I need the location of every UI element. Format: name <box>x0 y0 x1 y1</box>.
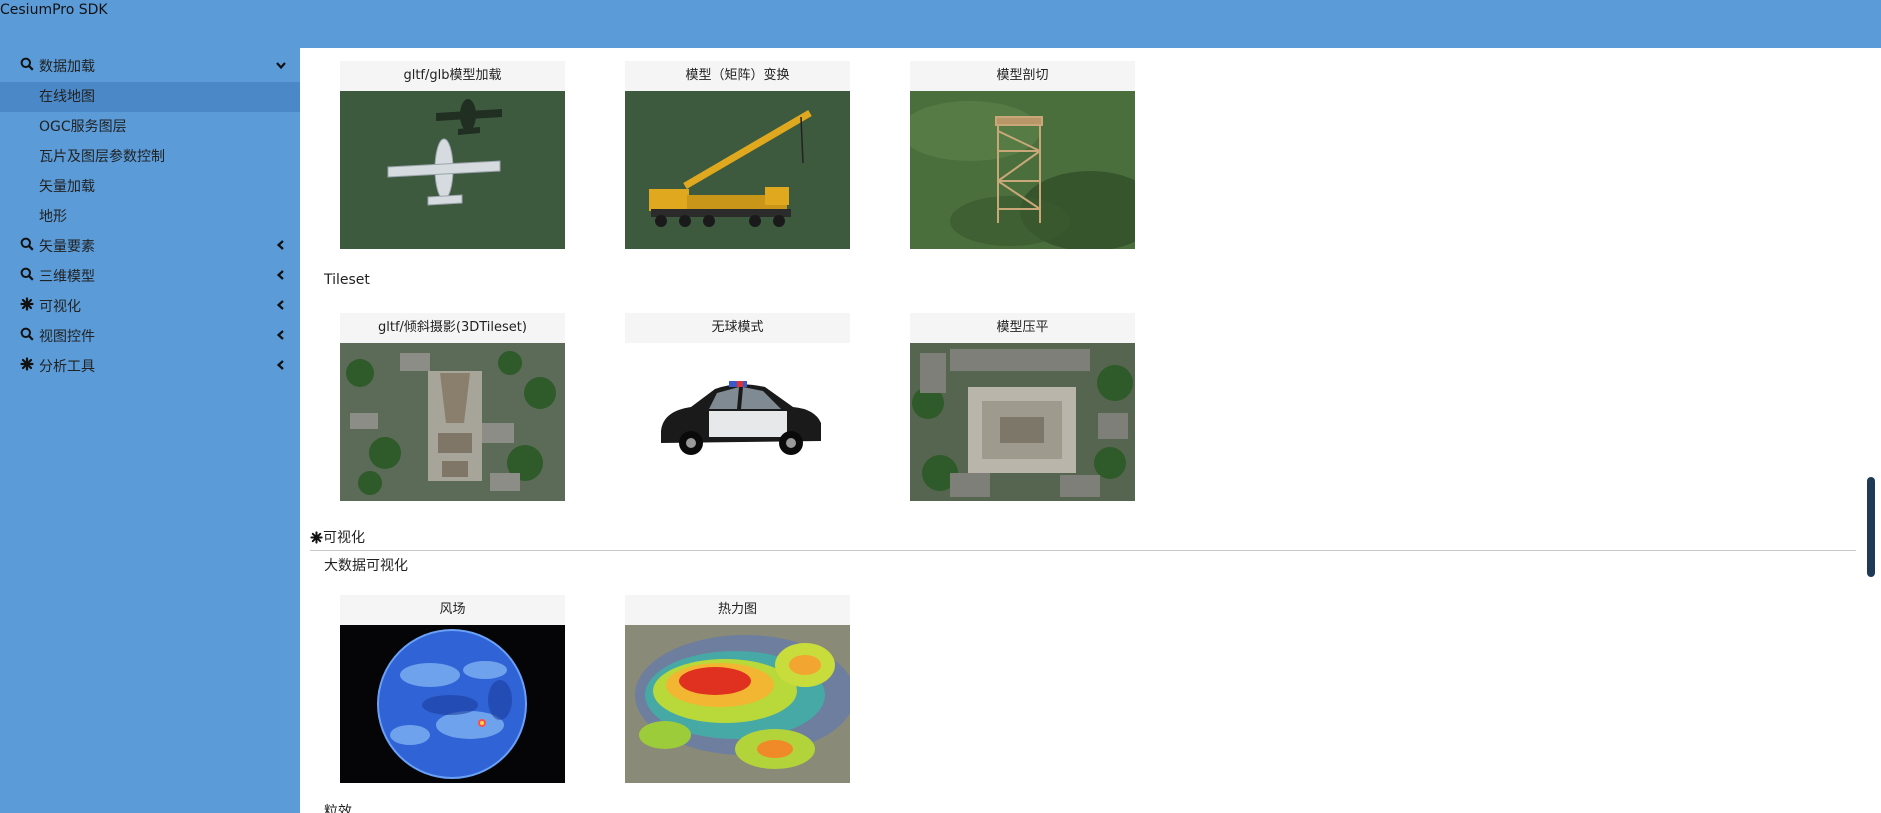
search-icon <box>19 322 35 352</box>
chevron-left-icon[interactable] <box>274 292 288 322</box>
card-model-transform[interactable]: 模型（矩阵）变换 <box>625 61 850 249</box>
card-title: gltf/glb模型加载 <box>340 61 565 91</box>
card-title: 模型压平 <box>910 313 1135 343</box>
sidebar-group-visualization[interactable]: 可视化 <box>0 292 300 322</box>
category-divider <box>310 550 1856 551</box>
card-3dtileset[interactable]: gltf/倾斜摄影(3DTileset) <box>340 313 565 501</box>
sidebar-group-label: 可视化 <box>39 299 81 315</box>
sidebar-group-label: 分析工具 <box>39 359 95 375</box>
section-label-bigdata: 大数据可视化 <box>324 558 408 574</box>
sidebar-item-tile-params[interactable]: 瓦片及图层参数控制 <box>0 142 300 172</box>
sidebar-item-ogc-layer[interactable]: OGC服务图层 <box>0 112 300 142</box>
top-header: CesiumPro SDK <box>0 0 1881 48</box>
card-model-flatten[interactable]: 模型压平 <box>910 313 1135 501</box>
sidebar-group-vector-features[interactable]: 矢量要素 <box>0 232 300 262</box>
card-thumbnail <box>910 343 1135 501</box>
sidebar: 数据加载 在线地图 OGC服务图层 瓦片及图层参数控制 矢量加载 地形 矢量要素… <box>0 48 300 813</box>
chevron-left-icon[interactable] <box>274 322 288 352</box>
card-gltf-model[interactable]: gltf/glb模型加载 <box>340 61 565 249</box>
card-thumbnail <box>625 625 850 783</box>
sidebar-item-terrain[interactable]: 地形 <box>0 202 300 232</box>
sidebar-group-view-controls[interactable]: 视图控件 <box>0 322 300 352</box>
card-title: gltf/倾斜摄影(3DTileset) <box>340 313 565 343</box>
main-content: gltf/glb模型加载 模型（矩阵）变换 模型剖切 Tileset gltf/… <box>300 48 1881 813</box>
card-model-clipping[interactable]: 模型剖切 <box>910 61 1135 249</box>
card-no-globe-mode[interactable]: 无球模式 <box>625 313 850 501</box>
sidebar-item-online-map[interactable]: 在线地图 <box>0 82 300 112</box>
chevron-left-icon[interactable] <box>274 352 288 382</box>
gear-icon <box>19 352 35 382</box>
app-title: CesiumPro SDK <box>0 2 108 18</box>
chevron-down-icon[interactable] <box>274 52 288 82</box>
section-label-partial: 粒效 <box>324 804 352 813</box>
category-label: 可视化 <box>323 530 365 546</box>
card-thumbnail <box>340 343 565 501</box>
card-thumbnail <box>625 343 850 501</box>
sidebar-group-label: 视图控件 <box>39 329 95 345</box>
sidebar-group-label: 三维模型 <box>39 269 95 285</box>
search-icon <box>19 262 35 292</box>
card-title: 模型（矩阵）变换 <box>625 61 850 91</box>
sidebar-menu: 数据加载 在线地图 OGC服务图层 瓦片及图层参数控制 矢量加载 地形 矢量要素… <box>0 48 300 382</box>
search-icon <box>19 232 35 262</box>
sidebar-group-label: 矢量要素 <box>39 239 95 255</box>
chevron-left-icon[interactable] <box>274 232 288 262</box>
card-title: 无球模式 <box>625 313 850 343</box>
sidebar-group-label: 数据加载 <box>39 59 95 75</box>
gear-icon <box>310 531 323 548</box>
card-thumbnail <box>625 91 850 249</box>
search-icon <box>19 52 35 82</box>
scrollbar-thumb[interactable] <box>1867 477 1875 577</box>
card-thumbnail <box>340 625 565 783</box>
chevron-left-icon[interactable] <box>274 262 288 292</box>
sidebar-group-3d-model[interactable]: 三维模型 <box>0 262 300 292</box>
card-heatmap[interactable]: 热力图 <box>625 595 850 783</box>
category-visualization: 可视化 <box>310 527 365 548</box>
card-thumbnail <box>910 91 1135 249</box>
sidebar-group-analysis-tools[interactable]: 分析工具 <box>0 352 300 382</box>
card-title: 模型剖切 <box>910 61 1135 91</box>
card-title: 热力图 <box>625 595 850 625</box>
card-title: 风场 <box>340 595 565 625</box>
sidebar-item-vector-loading[interactable]: 矢量加载 <box>0 172 300 202</box>
gear-icon <box>19 292 35 322</box>
card-thumbnail <box>340 91 565 249</box>
card-wind-field[interactable]: 风场 <box>340 595 565 783</box>
sidebar-group-data-loading[interactable]: 数据加载 <box>0 52 300 82</box>
section-label-tileset: Tileset <box>324 272 370 288</box>
